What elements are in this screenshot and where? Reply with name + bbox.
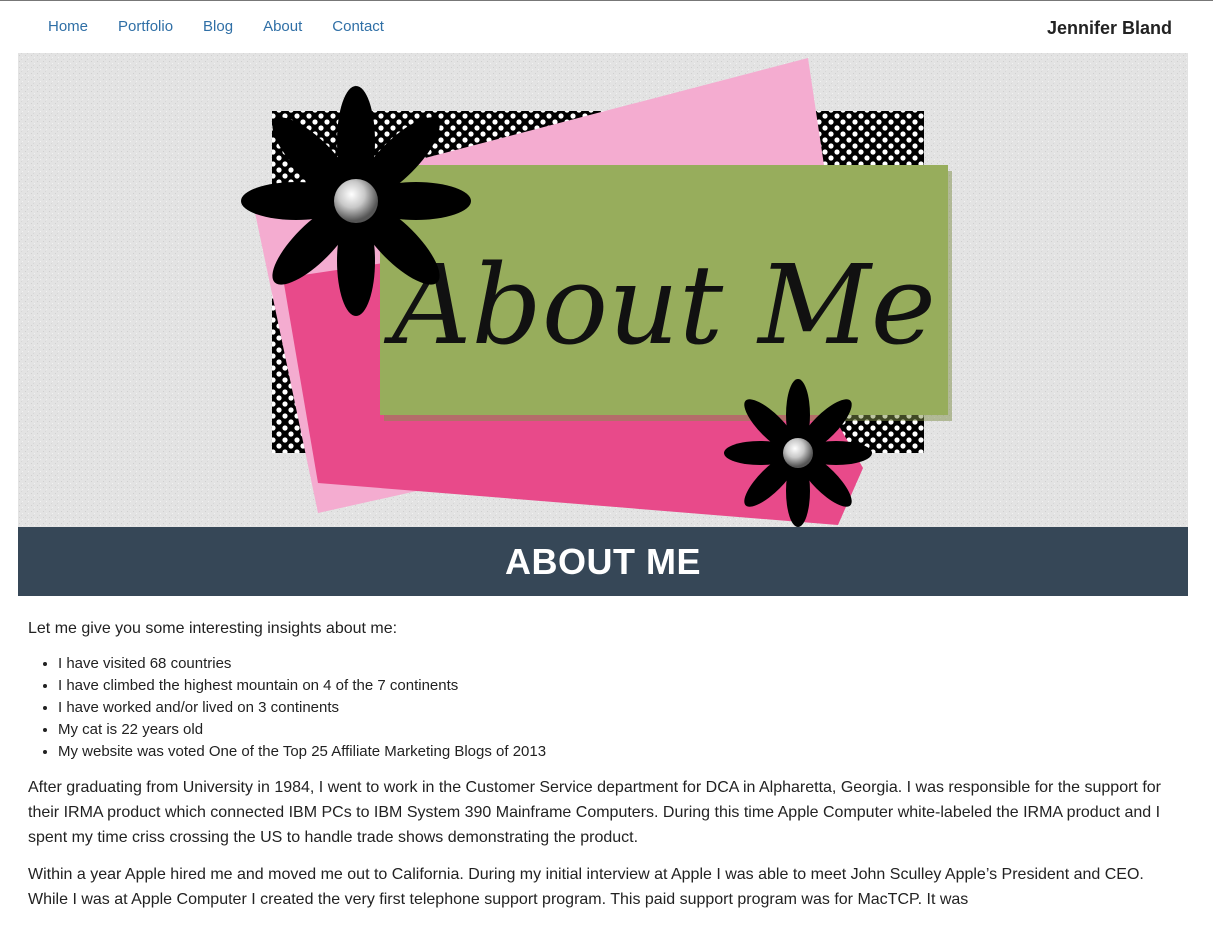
list-item: I have worked and/or lived on 3 continen… — [58, 697, 1168, 719]
nav-link-blog[interactable]: Blog — [203, 18, 233, 35]
nav-link-home[interactable]: Home — [48, 18, 88, 35]
black-daisy-icon-small — [724, 379, 872, 527]
black-daisy-icon — [241, 86, 471, 316]
nav-link-contact[interactable]: Contact — [332, 18, 384, 35]
nav-links: Home Portfolio Blog About Contact — [48, 18, 414, 35]
site-brand[interactable]: Jennifer Bland — [1047, 18, 1172, 39]
top-navigation: Home Portfolio Blog About Contact Jennif… — [0, 1, 1213, 51]
list-item: I have visited 68 countries — [58, 653, 1168, 675]
facts-list: I have visited 68 countries I have climb… — [28, 653, 1168, 763]
hero-banner-image: About Me — [18, 53, 1188, 527]
page-title-bar: ABOUT ME — [18, 527, 1188, 596]
list-item: My website was voted One of the Top 25 A… — [58, 741, 1168, 763]
hero-image-text: About Me — [383, 241, 936, 369]
list-item: I have climbed the highest mountain on 4… — [58, 675, 1168, 697]
about-content: Let me give you some interesting insight… — [28, 616, 1168, 924]
paragraph-career-start: After graduating from University in 1984… — [28, 779, 1161, 846]
page-title: ABOUT ME — [505, 540, 701, 582]
intro-text: Let me give you some interesting insight… — [28, 620, 398, 637]
list-item: My cat is 22 years old — [58, 719, 1168, 741]
nav-link-about[interactable]: About — [263, 18, 302, 35]
nav-link-portfolio[interactable]: Portfolio — [118, 18, 173, 35]
paragraph-apple: Within a year Apple hired me and moved m… — [28, 866, 1144, 908]
